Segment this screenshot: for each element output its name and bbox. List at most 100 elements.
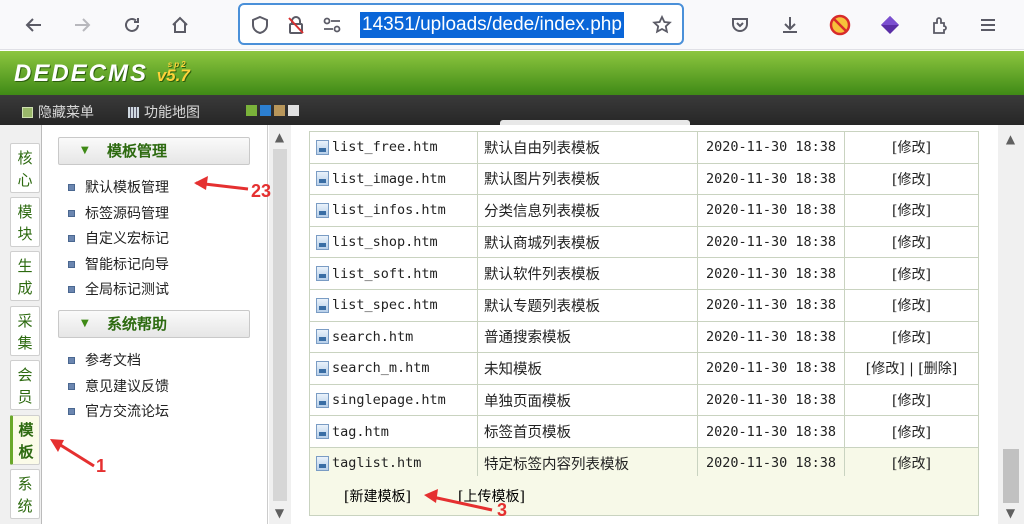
scroll-up-icon[interactable]: ▲ — [1002, 131, 1019, 148]
menu-item-tag-source[interactable]: 标签源码管理 — [68, 203, 169, 223]
bookmark-star-icon[interactable] — [650, 13, 674, 37]
actions-cell[interactable]: [修改] — [844, 288, 979, 322]
actions-cell[interactable]: [修改] — [844, 320, 979, 354]
home-icon[interactable] — [166, 11, 194, 39]
file-icon — [316, 139, 329, 155]
menu-item-default-templates[interactable]: 默认模板管理 — [68, 177, 169, 197]
actions-cell-text[interactable]: [修改] — [892, 203, 931, 219]
scroll-up-icon[interactable]: ▲ — [271, 129, 288, 146]
actions-cell-text[interactable]: [修改] — [892, 140, 931, 156]
menu-item-feedback[interactable]: 意见建议反馈 — [68, 376, 169, 396]
file-name-cell-text[interactable]: list_image.htm — [332, 171, 446, 187]
modified-date-cell: 2020-11-30 18:38 — [697, 225, 845, 259]
forward-icon[interactable] — [68, 11, 96, 39]
template-desc-cell-text: 默认商城列表模板 — [484, 235, 600, 252]
actions-cell[interactable]: [修改] — [844, 194, 979, 227]
actions-cell-text[interactable]: [修改] — [892, 298, 931, 314]
file-name-cell-text[interactable]: taglist.htm — [332, 455, 421, 471]
menu-item-custom-macros[interactable]: 自定义宏标记 — [68, 228, 169, 248]
url-bar[interactable]: 14351/uploads/dede/index.php — [238, 3, 684, 45]
actions-cell[interactable]: [修改] — [844, 131, 979, 164]
skin-color-blue[interactable] — [260, 105, 271, 116]
extension-gem-icon[interactable] — [876, 11, 904, 39]
pocket-icon[interactable] — [726, 11, 754, 39]
back-icon[interactable] — [20, 11, 48, 39]
main-scroll-thumb[interactable] — [1003, 449, 1019, 503]
hide-menu-link[interactable]: 隐藏菜单 — [22, 102, 94, 122]
actions-cell[interactable]: [修改] | [删除] — [844, 352, 979, 385]
actions-cell[interactable]: [修改] — [844, 415, 979, 448]
file-name-cell-text[interactable]: list_free.htm — [332, 139, 438, 155]
file-name-cell-text[interactable]: list_shop.htm — [332, 234, 438, 250]
url-text[interactable]: 14351/uploads/dede/index.php — [360, 12, 624, 38]
actions-cell-text[interactable]: [修改] — [892, 172, 931, 188]
actions-cell-text[interactable]: [修改] — [892, 456, 931, 472]
menu-item-smart-tag-wizard[interactable]: 智能标记向导 — [68, 254, 169, 274]
new-template-link[interactable]: [新建模板] — [344, 486, 411, 506]
skin-color-green[interactable] — [246, 105, 257, 116]
tab-members[interactable]: 会员 — [10, 360, 40, 410]
skin-color-brown[interactable] — [274, 105, 285, 116]
tab-generate[interactable]: 生成 — [10, 251, 40, 301]
menu-icon[interactable] — [974, 11, 1002, 39]
menu-item-global-tag-test[interactable]: 全局标记测试 — [68, 279, 169, 299]
file-name-cell[interactable]: list_image.htm — [309, 162, 478, 196]
file-name-cell-text[interactable]: search.htm — [332, 329, 413, 345]
table-row: list_image.htm 默认图片列表模板 2020-11-30 18:38 [修… — [309, 162, 979, 196]
file-name-cell[interactable]: list_free.htm — [309, 131, 478, 164]
file-name-cell[interactable]: list_soft.htm — [309, 257, 478, 290]
file-name-cell-text[interactable]: list_infos.htm — [332, 202, 446, 218]
file-name-cell-text[interactable]: search_m.htm — [332, 360, 430, 376]
actions-cell[interactable]: [修改] — [844, 446, 979, 480]
file-name-cell-text[interactable]: singlepage.htm — [332, 392, 446, 408]
template-desc-cell-text: 单独页面模板 — [484, 393, 571, 410]
file-name-cell[interactable]: list_infos.htm — [309, 194, 478, 227]
file-name-cell[interactable]: taglist.htm — [309, 446, 478, 480]
actions-cell[interactable]: [修改] — [844, 162, 979, 196]
function-map-link[interactable]: 功能地图 — [128, 102, 200, 122]
actions-cell-text[interactable]: [修改] | [删除] — [866, 361, 957, 377]
tab-core[interactable]: 核心 — [10, 143, 40, 193]
actions-cell-text[interactable]: [修改] — [892, 267, 931, 283]
tab-templates[interactable]: 模板 — [10, 415, 40, 465]
actions-cell[interactable]: [修改] — [844, 225, 979, 259]
file-name-cell[interactable]: tag.htm — [309, 415, 478, 448]
actions-cell-text[interactable]: [修改] — [892, 393, 931, 409]
menu-item-docs[interactable]: 参考文档 — [68, 350, 141, 370]
actions-cell-text[interactable]: [修改] — [892, 330, 931, 346]
file-name-cell-text[interactable]: list_soft.htm — [332, 266, 438, 282]
file-name-cell[interactable]: singlepage.htm — [309, 383, 478, 417]
tab-system[interactable]: 系统 — [10, 469, 40, 519]
menu-section-template-management[interactable]: ▼ 模板管理 — [58, 137, 250, 165]
upload-template-link[interactable]: [上传模板] — [458, 486, 525, 506]
file-name-cell[interactable]: search_m.htm — [309, 352, 478, 385]
menu-scrollbar[interactable]: ▲ ▼ — [269, 125, 291, 524]
skin-color-gray[interactable] — [288, 105, 299, 116]
actions-cell[interactable]: [修改] — [844, 383, 979, 417]
blocked-extension-icon[interactable] — [826, 11, 854, 39]
file-name-cell-text[interactable]: tag.htm — [332, 424, 389, 440]
file-name-cell[interactable]: list_shop.htm — [309, 225, 478, 259]
reload-icon[interactable] — [118, 11, 146, 39]
lock-slash-icon[interactable] — [284, 13, 308, 37]
modified-date-cell: 2020-11-30 18:38 — [697, 194, 845, 227]
tab-modules[interactable]: 模块 — [10, 197, 40, 247]
actions-cell-text[interactable]: [修改] — [892, 425, 931, 441]
file-name-cell[interactable]: search.htm — [309, 320, 478, 354]
actions-cell[interactable]: [修改] — [844, 257, 979, 290]
actions-cell-text[interactable]: [修改] — [892, 235, 931, 251]
template-desc-cell: 默认软件列表模板 — [477, 257, 698, 290]
extensions-icon[interactable] — [926, 11, 954, 39]
menu-item-forum[interactable]: 官方交流论坛 — [68, 401, 169, 421]
download-icon[interactable] — [776, 11, 804, 39]
file-name-cell[interactable]: list_spec.htm — [309, 288, 478, 322]
menu-section-system-help[interactable]: ▼ 系统帮助 — [58, 310, 250, 338]
file-name-cell-text[interactable]: list_spec.htm — [332, 297, 438, 313]
shield-icon[interactable] — [248, 13, 272, 37]
scroll-down-icon[interactable]: ▼ — [271, 505, 288, 522]
scroll-down-icon[interactable]: ▼ — [1002, 505, 1019, 522]
menu-scroll-thumb[interactable] — [273, 149, 287, 501]
tab-collect[interactable]: 采集 — [10, 306, 40, 356]
permissions-icon[interactable] — [320, 13, 344, 37]
main-scrollbar[interactable]: ▲ ▼ — [998, 125, 1024, 524]
